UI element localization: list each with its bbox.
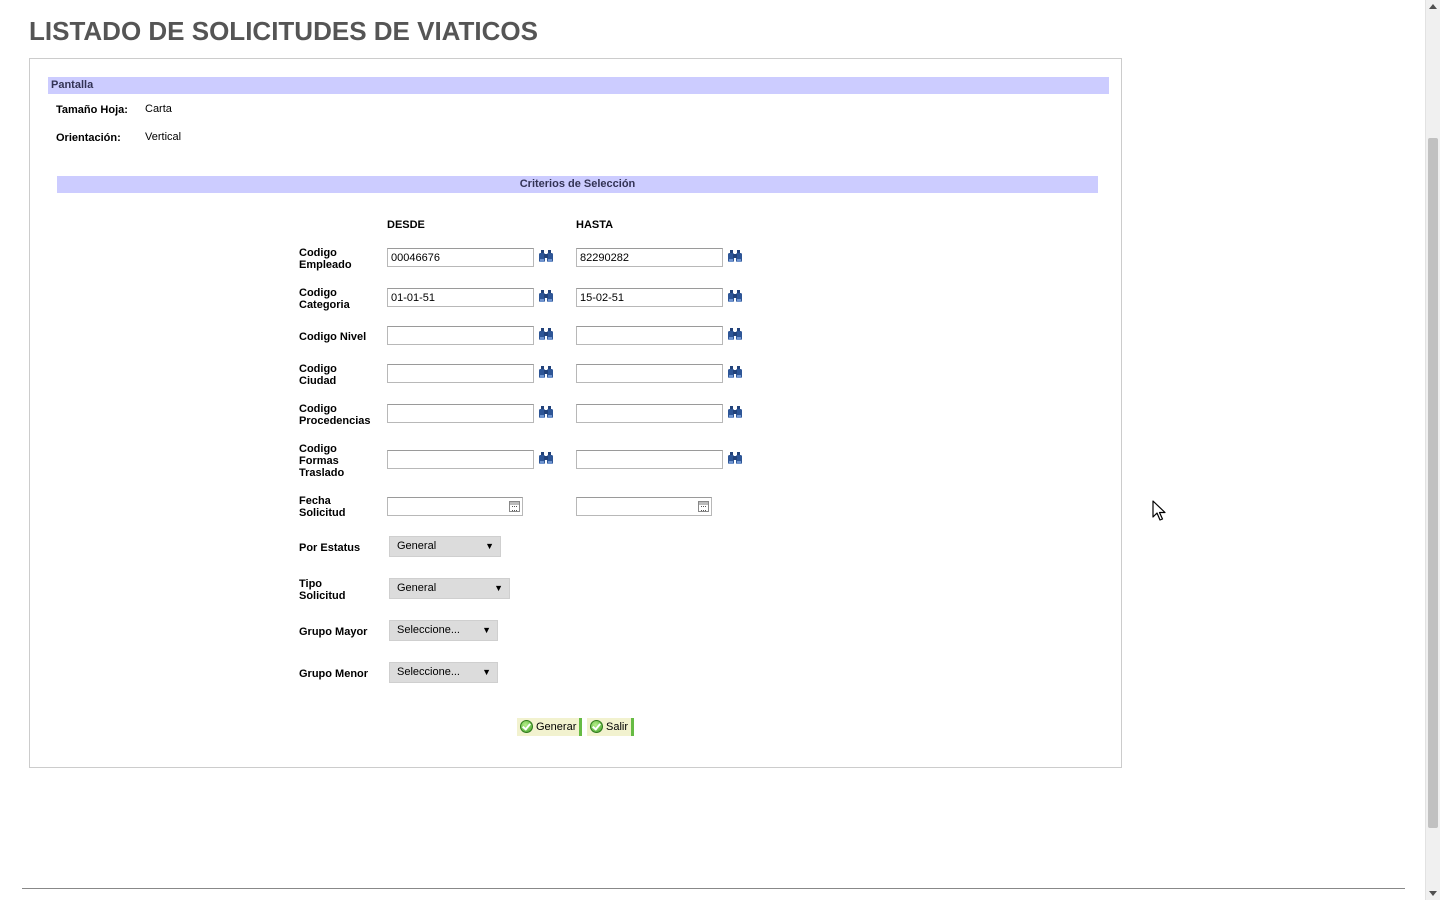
tipo-solicitud-value: General [397,582,437,594]
tamano-hoja-label: Tamaño Hoja: [56,104,128,116]
triangle-down-icon: ▼ [482,667,491,677]
check-circle-icon [520,720,533,733]
generar-button[interactable]: Generar [517,718,583,736]
calendar-icon[interactable] [698,501,709,512]
calendar-icon[interactable] [509,501,520,512]
salir-button[interactable]: Salir [587,718,635,736]
orientacion-label: Orientación: [56,132,121,144]
section-header-pantalla: Pantalla [48,77,1109,94]
salir-button-label: Salir [606,721,629,733]
page-title: LISTADO DE SOLICITUDES DE VIATICOS [29,16,538,46]
codigo-categoria-desde-input[interactable] [387,288,534,307]
codigo-ciudad-desde-input[interactable] [387,364,534,383]
tamano-hoja-value: Carta [145,103,172,115]
scroll-thumb[interactable] [1428,138,1438,828]
mouse-cursor-icon [1152,500,1166,521]
vertical-scrollbar[interactable] [1425,0,1440,900]
codigo-nivel-label: Codigo Nivel [299,331,367,343]
grupo-menor-label: Grupo Menor [299,668,369,680]
grupo-menor-value: Seleccione... [397,666,460,678]
por-estatus-label: Por Estatus [299,542,361,554]
grupo-menor-select[interactable]: Seleccione... ▼ [389,662,498,683]
fecha-solicitud-label: Fecha Solicitud [299,495,346,519]
codigo-formas-traslado-hasta-input[interactable] [576,450,723,469]
binoculars-icon[interactable] [727,290,743,304]
tipo-solicitud-label: Tipo Solicitud [299,578,346,602]
binoculars-icon[interactable] [538,452,554,466]
check-circle-icon [590,720,603,733]
por-estatus-select[interactable]: General ▼ [389,536,501,557]
codigo-formas-traslado-desde-input[interactable] [387,450,534,469]
triangle-down-icon: ▼ [485,541,494,551]
generar-button-label: Generar [536,721,577,733]
fecha-solicitud-hasta-field[interactable] [576,497,712,516]
section-header-criterios: Criterios de Selección [57,176,1098,193]
codigo-categoria-label: Codigo Categoria [299,287,350,311]
codigo-procedencias-hasta-input[interactable] [576,404,723,423]
codigo-formas-traslado-label: Codigo Formas Traslado [299,443,345,479]
scroll-up-icon[interactable] [1429,4,1437,9]
binoculars-icon[interactable] [538,406,554,420]
binoculars-icon[interactable] [538,290,554,304]
tipo-solicitud-select[interactable]: General ▼ [389,578,510,599]
codigo-empleado-desde-input[interactable] [387,248,534,267]
codigo-procedencias-label: Codigo Procedencias [299,403,371,427]
codigo-empleado-hasta-input[interactable] [576,248,723,267]
footer-divider [22,888,1405,889]
hasta-column-header: HASTA [576,219,614,231]
codigo-procedencias-desde-input[interactable] [387,404,534,423]
binoculars-icon[interactable] [538,250,554,264]
codigo-nivel-desde-input[interactable] [387,326,534,345]
grupo-mayor-label: Grupo Mayor [299,626,368,638]
codigo-ciudad-hasta-input[interactable] [576,364,723,383]
codigo-nivel-hasta-input[interactable] [576,326,723,345]
binoculars-icon[interactable] [727,366,743,380]
binoculars-icon[interactable] [727,250,743,264]
binoculars-icon[interactable] [727,406,743,420]
grupo-mayor-value: Seleccione... [397,624,460,636]
binoculars-icon[interactable] [538,366,554,380]
desde-column-header: DESDE [387,219,425,231]
codigo-ciudad-label: Codigo Ciudad [299,363,337,387]
fecha-solicitud-desde-field[interactable] [387,497,523,516]
grupo-mayor-select[interactable]: Seleccione... ▼ [389,620,498,641]
codigo-categoria-hasta-input[interactable] [576,288,723,307]
por-estatus-value: General [397,540,437,552]
orientacion-value: Vertical [145,131,182,143]
binoculars-icon[interactable] [727,328,743,342]
scroll-down-icon[interactable] [1429,891,1437,896]
triangle-down-icon: ▼ [482,625,491,635]
report-form-panel: Pantalla Tamaño Hoja: Carta Orientación:… [29,58,1122,768]
binoculars-icon[interactable] [727,452,743,466]
codigo-empleado-label: Codigo Empleado [299,247,352,271]
triangle-down-icon: ▼ [494,583,503,593]
binoculars-icon[interactable] [538,328,554,342]
